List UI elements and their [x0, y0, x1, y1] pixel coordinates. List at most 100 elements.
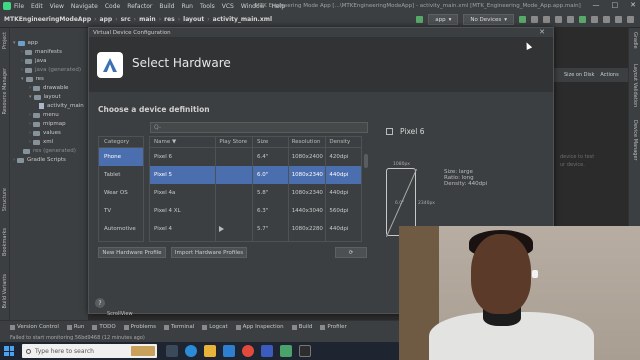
maximize-button[interactable]: □: [612, 1, 619, 9]
tab-layout-validation[interactable]: Layout Validation: [632, 64, 638, 107]
sdk-manager-icon[interactable]: [603, 16, 610, 23]
tab-resource-manager[interactable]: Resource Manager: [2, 68, 8, 114]
breadcrumb-src[interactable]: src: [121, 16, 131, 23]
tool-window-todo[interactable]: TODO: [92, 324, 116, 330]
menu-file[interactable]: File: [14, 3, 24, 10]
tree-caret[interactable]: ▾: [21, 76, 24, 82]
tree-item[interactable]: › drawable: [29, 85, 68, 91]
tree-item[interactable]: › manifests: [21, 49, 62, 55]
tree-caret[interactable]: ›: [29, 85, 31, 91]
table-row[interactable]: Pixel 4 XL 6.3" 1440x3040 560dpi: [150, 202, 361, 220]
hammer-icon[interactable]: [416, 16, 424, 23]
tree-caret[interactable]: ›: [29, 130, 31, 136]
tool-window-run[interactable]: Run: [66, 324, 84, 330]
menu-edit[interactable]: Edit: [31, 3, 43, 10]
menu-refactor[interactable]: Refactor: [127, 3, 152, 10]
tree-caret[interactable]: ›: [21, 67, 23, 73]
breadcrumb-layout[interactable]: layout: [183, 16, 204, 23]
tab-bookmarks[interactable]: Bookmarks: [2, 228, 8, 256]
media-icon[interactable]: [261, 345, 273, 357]
task-view-icon[interactable]: [166, 345, 178, 357]
tree-item[interactable]: › mipmap: [29, 121, 66, 127]
category-tablet[interactable]: Tablet: [99, 166, 143, 184]
tool-window-terminal[interactable]: Terminal: [164, 324, 194, 330]
tree-caret[interactable]: ▾: [13, 40, 16, 46]
category-wear-os[interactable]: Wear OS: [99, 184, 143, 202]
column-play-store[interactable]: Play Store: [215, 137, 252, 147]
close-icon[interactable]: ✕: [539, 28, 545, 36]
tool-window-build[interactable]: Build: [291, 324, 312, 330]
vscode-icon[interactable]: [223, 345, 235, 357]
debug-icon[interactable]: [531, 16, 538, 23]
breadcrumb-res[interactable]: res: [164, 16, 175, 23]
tab-project[interactable]: Project: [2, 32, 8, 49]
tab-device-manager[interactable]: Device Manager: [632, 120, 638, 161]
new-hardware-profile-button[interactable]: New Hardware Profile: [98, 247, 166, 258]
category-automotive[interactable]: Automotive: [99, 220, 143, 238]
run-icon[interactable]: [519, 16, 526, 23]
tree-caret[interactable]: ›: [21, 58, 23, 64]
close-window-button[interactable]: ✕: [630, 1, 636, 9]
column-name[interactable]: Name ▼: [150, 139, 215, 145]
tree-item[interactable]: ▾ layout: [29, 94, 61, 100]
tool-window-version-control[interactable]: Version Control: [10, 324, 59, 330]
menu-tools[interactable]: Tools: [200, 3, 215, 10]
breadcrumb-file[interactable]: activity_main.xml: [213, 16, 272, 23]
import-hardware-profiles-button[interactable]: Import Hardware Profiles: [171, 247, 247, 258]
tool-window-profiler[interactable]: Profiler: [320, 324, 347, 330]
tool-window-app-inspection[interactable]: App Inspection: [235, 324, 284, 330]
menu-vcs[interactable]: VCS: [222, 3, 234, 10]
help-icon[interactable]: ?: [95, 298, 105, 308]
tab-structure[interactable]: Structure: [2, 188, 8, 211]
tool-window-logcat[interactable]: Logcat: [202, 324, 228, 330]
search-icon[interactable]: [615, 16, 622, 23]
tool-window-problems[interactable]: Problems: [123, 324, 156, 330]
minimize-button[interactable]: —: [593, 1, 600, 9]
tree-item[interactable]: › java (generated): [21, 67, 81, 73]
menu-navigate[interactable]: Navigate: [71, 3, 98, 10]
run-config-select[interactable]: app ▾: [428, 14, 459, 25]
tree-item[interactable]: › java: [21, 58, 47, 64]
table-row[interactable]: Pixel 6 6.4" 1080x2400 420dpi: [150, 148, 361, 166]
windows-start-icon[interactable]: [4, 346, 14, 356]
tree-item[interactable]: › xml: [29, 139, 53, 145]
menu-build[interactable]: Build: [159, 3, 174, 10]
device-manager-icon[interactable]: [591, 16, 598, 23]
menu-view[interactable]: View: [50, 3, 64, 10]
breadcrumb-project[interactable]: MTKEngineeringModeApp: [4, 16, 91, 23]
breadcrumb-app[interactable]: app: [100, 16, 113, 23]
tree-caret[interactable]: ›: [21, 49, 23, 55]
chrome-icon[interactable]: [242, 345, 254, 357]
menu-run[interactable]: Run: [181, 3, 193, 10]
tree-item[interactable]: › menu: [29, 112, 59, 118]
breadcrumb-main[interactable]: main: [139, 16, 156, 23]
category-phone[interactable]: Phone: [99, 148, 143, 166]
tab-gradle[interactable]: Gradle: [632, 32, 638, 49]
tree-caret[interactable]: ▾: [29, 94, 32, 100]
tree-item[interactable]: ▾ res: [21, 76, 44, 82]
terminal-icon[interactable]: [299, 345, 311, 357]
edge-icon[interactable]: [185, 345, 197, 357]
tree-item[interactable]: activity_main: [37, 103, 84, 109]
category-tv[interactable]: TV: [99, 202, 143, 220]
file-explorer-icon[interactable]: [204, 345, 216, 357]
table-scrollbar[interactable]: [364, 148, 368, 242]
table-row[interactable]: Pixel 3a XL6.0"1080x2160400dpi: [150, 238, 361, 241]
table-row[interactable]: Pixel 4 5.7" 1080x2280 440dpi: [150, 220, 361, 238]
table-row[interactable]: Pixel 4a 5.8" 1080x2340 440dpi: [150, 184, 361, 202]
tree-caret[interactable]: ›: [29, 112, 31, 118]
table-row[interactable]: Pixel 5 6.0" 1080x2340 440dpi: [150, 166, 361, 184]
tree-item[interactable]: › values: [29, 130, 61, 136]
android-studio-taskbar-icon[interactable]: [280, 345, 292, 357]
settings-icon[interactable]: [627, 16, 634, 23]
device-select[interactable]: No Devices ▾: [463, 14, 514, 25]
column-resolution[interactable]: Resolution: [287, 137, 326, 147]
column-size[interactable]: Size: [252, 137, 288, 147]
tab-actions[interactable]: Actions: [600, 72, 618, 78]
refresh-button[interactable]: ⟳: [335, 247, 367, 258]
stop-icon[interactable]: [567, 16, 574, 23]
tree-item[interactable]: res (generated): [21, 148, 76, 154]
tree-caret[interactable]: ›: [13, 157, 15, 163]
column-density[interactable]: Density: [325, 137, 361, 147]
tab-size-on-disk[interactable]: Size on Disk: [564, 72, 594, 78]
